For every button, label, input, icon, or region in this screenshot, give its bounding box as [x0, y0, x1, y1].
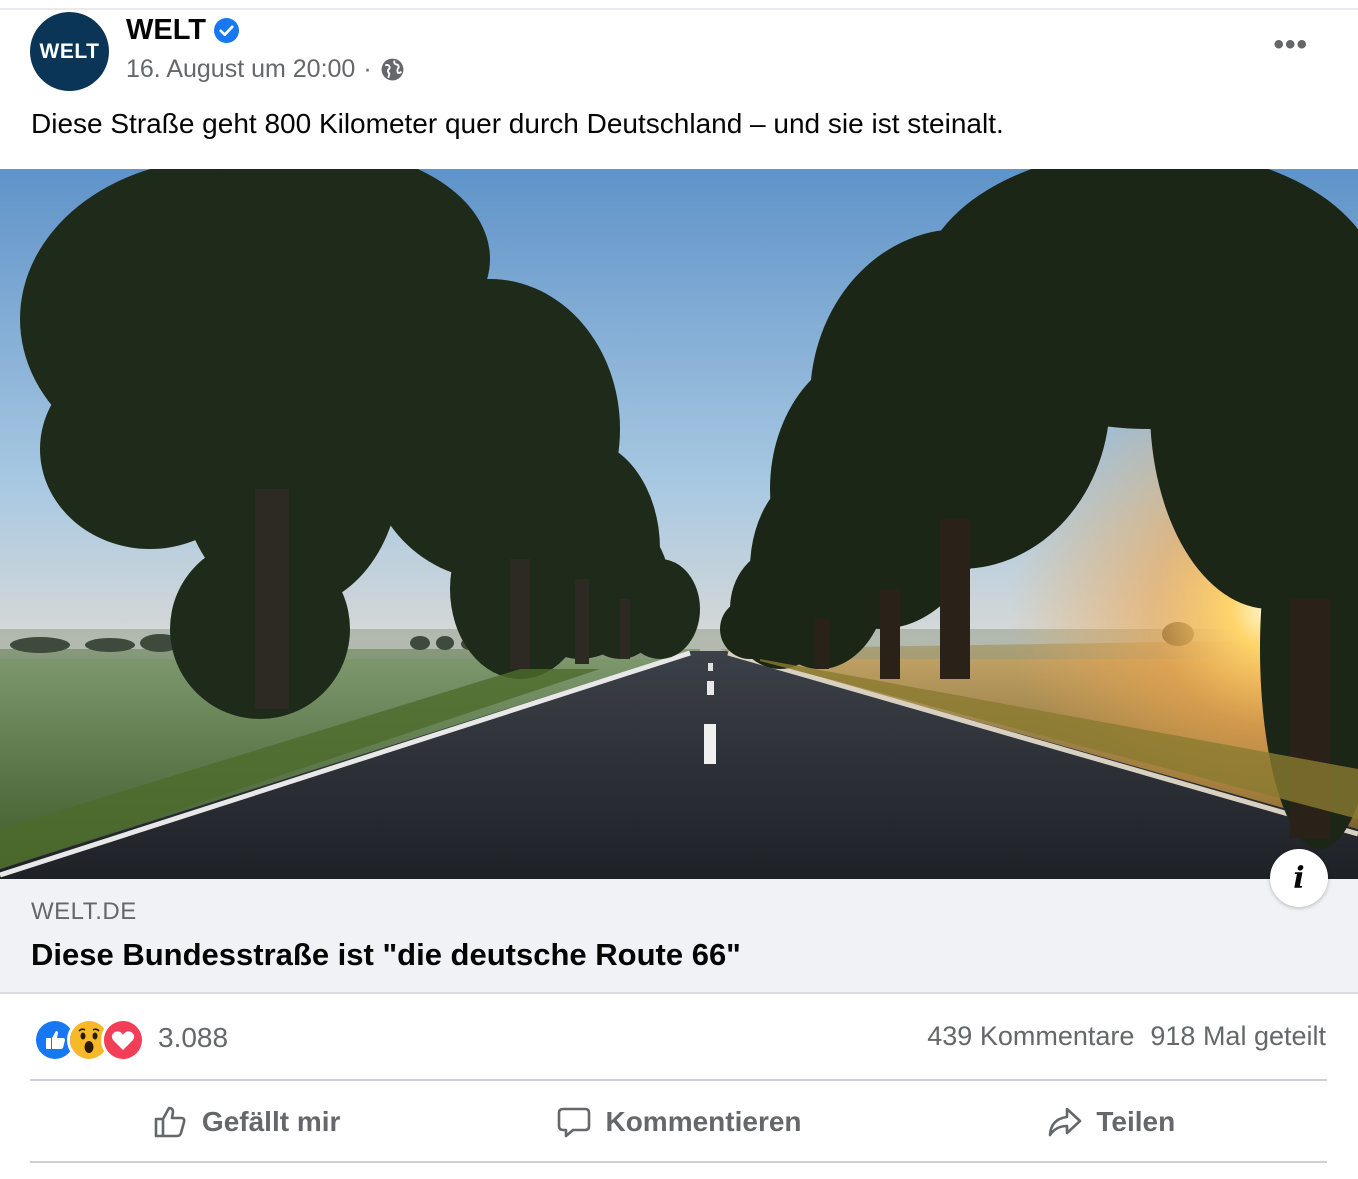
post-meta: 16. August um 20:00 ·	[126, 55, 405, 84]
meta-separator: ·	[363, 55, 372, 83]
page-name[interactable]: WELT	[126, 14, 206, 47]
comments-count[interactable]: 439 Kommentare	[927, 1021, 1134, 1052]
like-label: Gefällt mir	[201, 1106, 341, 1137]
post-timestamp[interactable]: 16. August um 20:00	[126, 55, 355, 84]
shares-count[interactable]: 918 Mal geteilt	[1150, 1021, 1326, 1052]
avatar-logo-text: WELT	[39, 39, 100, 63]
share-icon	[1049, 1107, 1082, 1137]
link-headline[interactable]: Diese Bundesstraße ist "die deutsche Rou…	[31, 937, 741, 973]
thumbs-up-icon	[154, 1106, 186, 1138]
comment-icon	[558, 1107, 591, 1138]
reaction-icons[interactable]	[33, 1018, 145, 1062]
action-bar: Gefällt mir Kommentieren Teilen	[30, 1082, 1327, 1162]
divider-bottom	[30, 1161, 1327, 1163]
page-name-row: WELT	[126, 14, 239, 47]
share-label: Teilen	[1096, 1106, 1176, 1137]
reaction-count[interactable]: 3.088	[158, 1022, 228, 1054]
divider-top	[30, 1079, 1327, 1081]
comment-button[interactable]: Kommentieren	[462, 1082, 894, 1162]
road-photo	[0, 169, 1358, 879]
info-icon[interactable]: i	[1270, 849, 1328, 907]
verified-badge-icon	[214, 18, 239, 43]
post-text: Diese Straße geht 800 Kilometer quer dur…	[31, 108, 1004, 139]
more-options-button[interactable]: •••	[1273, 28, 1308, 62]
link-preview-image[interactable]	[0, 169, 1358, 879]
avatar[interactable]: WELT	[30, 12, 109, 91]
top-border	[0, 0, 1358, 10]
link-preview-card[interactable]: WELT.DE Diese Bundesstraße ist "die deut…	[0, 879, 1358, 994]
love-icon	[101, 1018, 145, 1062]
globe-icon[interactable]	[380, 57, 405, 82]
comment-label: Kommentieren	[605, 1106, 802, 1137]
like-button[interactable]: Gefällt mir	[30, 1082, 462, 1162]
share-button[interactable]: Teilen	[895, 1082, 1327, 1162]
engagement-stats: 439 Kommentare 918 Mal geteilt	[927, 1021, 1326, 1052]
link-domain: WELT.DE	[31, 898, 137, 925]
